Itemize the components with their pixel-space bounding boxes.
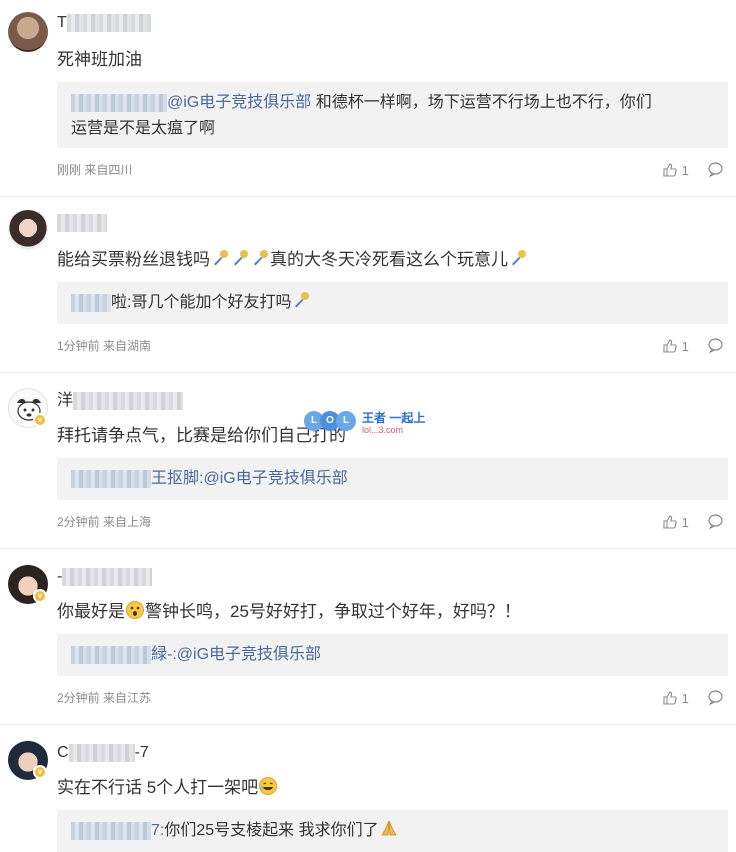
reply-username[interactable]: 啦 [71, 293, 128, 312]
microphone-emoji-icon [250, 248, 270, 268]
username[interactable] [57, 212, 107, 234]
comment-text: 你最好是 警钟长鸣，25号好好打，争取过个好年，好吗？！ [57, 600, 521, 624]
comment-text-part: 真的大冬天冷死看这么个玩意儿 [270, 250, 508, 269]
reply-box[interactable]: 王抠脚:@iG电子竞技俱乐部 [57, 458, 728, 500]
verified-badge-icon: v [33, 765, 47, 779]
comment-bubble-icon [708, 338, 723, 354]
like-button[interactable]: 1 [662, 162, 689, 179]
divider [0, 548, 736, 549]
username-mosaic [57, 213, 107, 232]
reply-username[interactable]: 7: [71, 821, 164, 840]
comment-bubble-icon [708, 690, 723, 706]
reply-button[interactable] [707, 689, 724, 708]
thumbs-up-icon [663, 691, 677, 705]
like-count: 1 [681, 339, 689, 354]
reply-username-mosaic [71, 645, 151, 664]
comment-bubble-icon [708, 514, 723, 530]
praying-hands-emoji-icon [379, 818, 399, 838]
reply-button[interactable] [707, 161, 724, 180]
reply-username[interactable]: 緑-: [71, 645, 177, 664]
comment-text-part: 你最好是 [57, 602, 125, 621]
like-button[interactable]: 1 [662, 514, 689, 531]
microphone-emoji-icon [230, 248, 250, 268]
avatar[interactable] [8, 12, 48, 52]
microphone-emoji-icon [508, 248, 528, 268]
mention-link[interactable]: @iG电子竞技俱乐部 [203, 470, 347, 487]
reply-box[interactable]: 啦:哥几个能加个好友打吗 [57, 282, 728, 324]
reply-username-mosaic [71, 293, 111, 312]
username-mosaic [62, 567, 153, 586]
verified-badge-icon: v [33, 413, 47, 427]
username-text[interactable]: C [57, 744, 69, 761]
username[interactable]: - [57, 566, 153, 588]
reply-username-text: 啦 [111, 294, 128, 311]
watermark-site: lol...3.com [362, 425, 404, 435]
comment-text: 拜托请争点气，比赛是给你们自己打的 [57, 426, 346, 445]
microphone-emoji-icon [291, 290, 311, 310]
username-mosaic [68, 743, 135, 762]
reply-username-text[interactable]: 緑-: [151, 646, 177, 663]
username-text-suffix[interactable]: -7 [135, 744, 149, 761]
verified-badge-icon: v [33, 589, 47, 603]
watermark-brand: 王者 一起上 [362, 411, 426, 425]
reply-button[interactable] [707, 337, 724, 356]
comment-text: 实在不行话 5个人打一架吧 [57, 776, 278, 800]
like-button[interactable]: 1 [662, 338, 689, 355]
like-button[interactable]: 1 [662, 690, 689, 707]
thumbs-up-icon [663, 163, 677, 177]
reply-username-text[interactable]: 7: [151, 822, 164, 839]
username[interactable]: T [57, 12, 151, 34]
reply-text: 哥几个能加个好友打吗 [131, 294, 292, 311]
reply-username-mosaic [71, 93, 167, 112]
like-count: 1 [681, 515, 689, 530]
reply-box[interactable]: 緑-:@iG电子竞技俱乐部 [57, 634, 728, 676]
divider [0, 196, 736, 197]
comment-text-part: 能给买票粉丝退钱吗 [57, 250, 210, 269]
like-count: 1 [681, 163, 689, 178]
comment-text: 能给买票粉丝退钱吗 真的大冬天冷死看这么个玩意儿 [57, 248, 528, 272]
reply-text: 你们25号支棱起来 我求你们了 [164, 822, 379, 839]
username-text[interactable]: T [57, 14, 67, 31]
reply-username[interactable]: 王抠脚: [71, 469, 203, 488]
reply-button[interactable] [707, 513, 724, 532]
comment-meta: 刚刚 来自四川 [57, 163, 133, 177]
thumbs-up-icon [663, 515, 677, 529]
reply-username-mosaic [71, 821, 151, 840]
reply-box[interactable]: @iG电子竞技俱乐部 和德杯一样啊，场下运营不行场上也不行，你们 运营是不是太瘟… [57, 82, 728, 148]
thumbs-up-icon [663, 339, 677, 353]
reply-box[interactable]: 7:你们25号支棱起来 我求你们了 [57, 810, 728, 852]
microphone-emoji-icon [210, 248, 230, 268]
reply-text: 和德杯一样啊，场下运营不行场上也不行，你们 [311, 94, 652, 111]
username[interactable]: 洋 [57, 390, 184, 412]
comment-meta: 2分钟前 来自上海 [57, 515, 152, 529]
reply-username-mosaic [71, 469, 151, 488]
mention-link[interactable]: @iG电子竞技俱乐部 [167, 94, 311, 111]
reply-text-line2: 运营是不是太瘟了啊 [71, 120, 216, 137]
username-text[interactable]: 洋 [57, 392, 73, 409]
username-mosaic [73, 391, 184, 410]
comment-meta: 2分钟前 来自江苏 [57, 691, 152, 705]
comment-text-part: 警钟长鸣，25号好好打，争取过个好年，好吗？！ [145, 602, 521, 621]
username[interactable]: C -7 [57, 742, 149, 764]
reply-username-text[interactable]: 王抠脚: [151, 470, 203, 487]
comment-meta: 1分钟前 来自湖南 [57, 339, 152, 353]
comment-text: 死神班加油 [57, 50, 142, 69]
divider [0, 724, 736, 725]
username-mosaic [66, 13, 151, 32]
comment-bubble-icon [708, 162, 723, 178]
comment-text-part: 实在不行话 5个人打一架吧 [57, 778, 259, 797]
mention-link[interactable]: @iG电子竞技俱乐部 [177, 646, 321, 663]
like-count: 1 [681, 691, 689, 706]
avatar[interactable] [8, 210, 48, 250]
shocked-face-emoji-icon [125, 600, 145, 620]
laughing-face-emoji-icon [258, 776, 278, 796]
divider [0, 372, 736, 373]
